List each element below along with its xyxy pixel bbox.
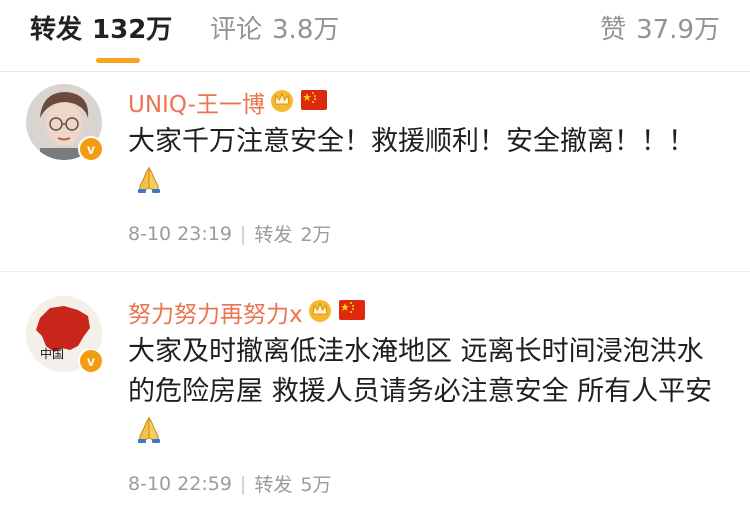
tab-likes[interactable]: 赞 37.9万 [600, 12, 720, 48]
tab-comments-count: 3.8万 [272, 15, 340, 45]
tab-likes-count: 37.9万 [636, 15, 720, 45]
tab-reposts-label: 转发 [30, 15, 83, 45]
crown-icon [269, 88, 295, 116]
repost-text: 大家及时撤离低洼水淹地区 远离长时间浸泡洪水的危险房屋 救援人员请务必注意安全 … [128, 332, 730, 456]
repost-body: UNIQ-王一博 大家千万注意安全！救援顺利！安全撤离！！！ 8-10 23:1… [128, 84, 730, 247]
tab-likes-label: 赞 [600, 15, 627, 45]
tab-reposts-count: 132万 [92, 15, 173, 45]
tab-comments[interactable]: 评论 3.8万 [210, 12, 339, 48]
repost-link[interactable]: 转发 5万 [254, 470, 331, 497]
repost-label: 转发 [254, 224, 293, 246]
tab-comments-label: 评论 [210, 15, 263, 45]
active-tab-indicator [96, 58, 140, 63]
repost-text: 大家千万注意安全！救援顺利！安全撤离！！！ [128, 122, 730, 206]
repost-count: 2万 [300, 224, 332, 246]
crown-icon [307, 298, 333, 326]
repost-item: 中国 v 努力努力再努力x 大家及时撤离低洼水淹地区 远离长时间浸泡洪水的危险房… [0, 290, 750, 525]
username-link[interactable]: UNIQ-王一博 [128, 85, 265, 119]
china-flag-icon [300, 90, 327, 114]
repost-time: 8-10 23:19 [128, 222, 232, 245]
repost-meta: 8-10 23:19 | 转发 2万 [128, 220, 730, 247]
avatar-text: 中国 [40, 346, 64, 361]
repost-time: 8-10 22:59 [128, 472, 232, 495]
meta-divider: | [239, 472, 247, 495]
repost-text-content: 大家及时撤离低洼水淹地区 远离长时间浸泡洪水的危险房屋 救援人员请务必注意安全 … [128, 336, 713, 407]
repost-item: v UNIQ-王一博 大家千万注意安全！救援顺利！安全撤离！！！ 8-10 23… [0, 76, 750, 272]
repost-label: 转发 [254, 474, 293, 496]
repost-text-content: 大家千万注意安全！救援顺利！安全撤离！！！ [128, 126, 695, 157]
user-row: 努力努力再努力x [128, 294, 730, 330]
repost-body: 努力努力再努力x 大家及时撤离低洼水淹地区 远离长时间浸泡洪水的危险房屋 救援人… [128, 294, 730, 497]
meta-divider: | [239, 222, 247, 245]
verified-badge-icon: v [78, 136, 104, 162]
repost-count: 5万 [300, 474, 332, 496]
repost-meta: 8-10 22:59 | 转发 5万 [128, 470, 730, 497]
china-flag-icon [338, 300, 365, 324]
praying-hands-emoji-icon [134, 164, 164, 206]
username-link[interactable]: 努力努力再努力x [128, 295, 303, 329]
verified-badge-icon: v [78, 348, 104, 374]
tab-reposts[interactable]: 转发 132万 [30, 12, 172, 48]
repost-link[interactable]: 转发 2万 [254, 220, 331, 247]
praying-hands-emoji-icon [134, 414, 164, 456]
tab-bar: 转发 132万 评论 3.8万 赞 37.9万 [0, 0, 750, 72]
user-row: UNIQ-王一博 [128, 84, 730, 120]
